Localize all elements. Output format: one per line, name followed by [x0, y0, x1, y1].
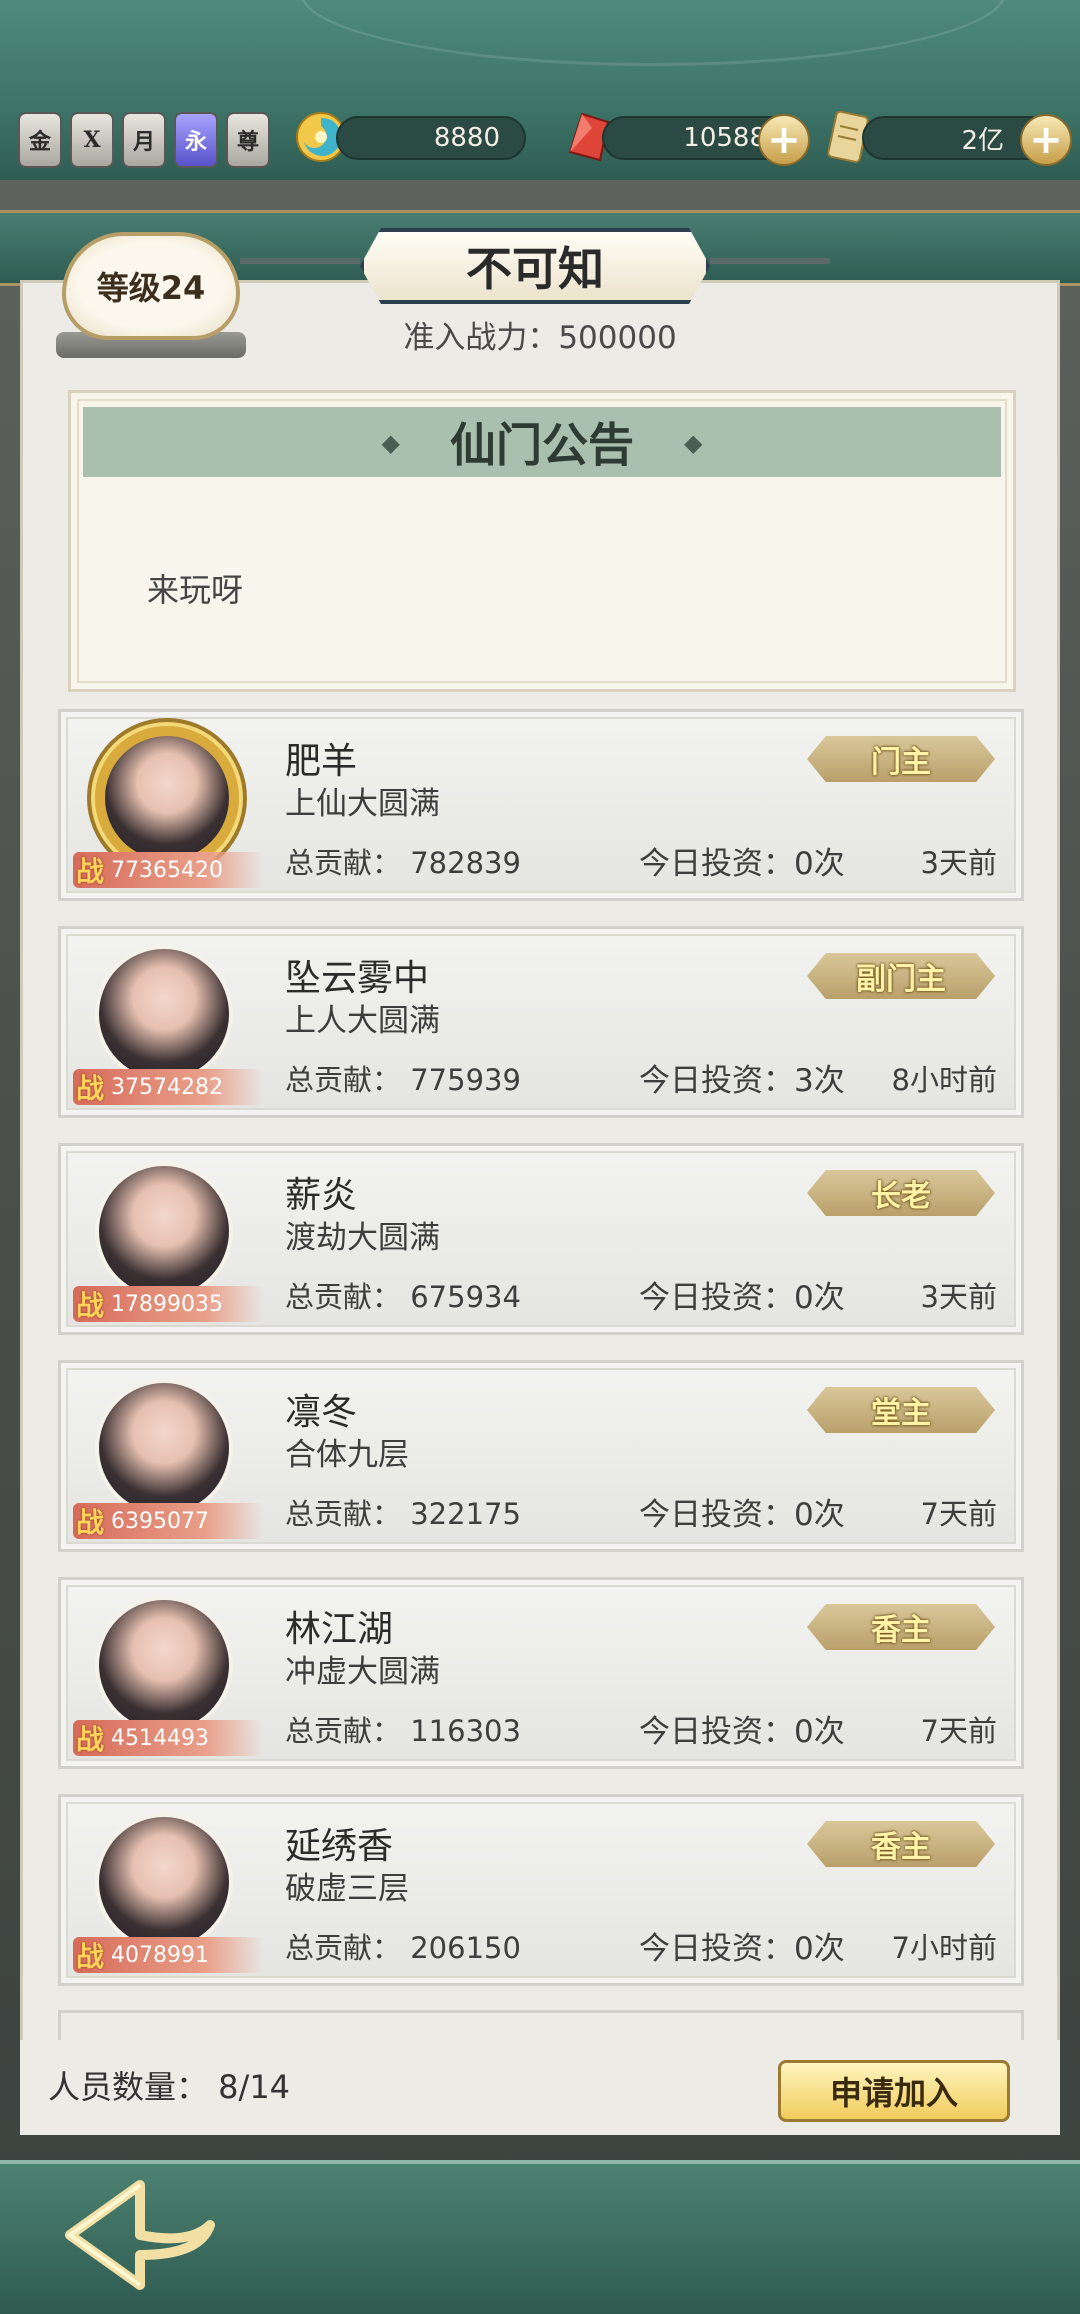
member-last-online: 3天前: [920, 1280, 997, 1314]
member-power-badge: 战 37574282: [73, 1069, 263, 1105]
member-name: 延绣香: [285, 1826, 394, 1867]
member-name: 薪炎: [285, 1175, 358, 1216]
battle-power-icon: 战: [75, 1723, 104, 1756]
battle-power-icon: 战: [75, 1940, 104, 1973]
member-card[interactable]: 战 6395077 凛冬合体九层总贡献： 322175 今日投资：0次 7天前 堂主: [58, 1360, 1024, 1552]
sect-name: 不可知: [360, 228, 710, 304]
member-avatar[interactable]: [95, 1596, 233, 1734]
member-realm: 上仙大圆满: [285, 786, 440, 822]
member-power-badge: 战 4078991: [73, 1937, 263, 1973]
member-power: 6395077: [111, 1508, 209, 1534]
member-card[interactable]: 战 37574282 坠云雾中上人大圆满总贡献： 775939 今日投资：3次 8小时前…: [58, 926, 1024, 1118]
member-daily-investment: 今日投资：3次: [639, 1063, 845, 1099]
badge-x[interactable]: X: [70, 112, 114, 168]
battle-power-icon: 战: [75, 1506, 104, 1539]
title-ornament-right: [710, 258, 830, 264]
member-power-badge: 战 6395077: [73, 1503, 263, 1539]
add-crystal-button[interactable]: +: [758, 114, 810, 166]
member-power: 37574282: [111, 1074, 223, 1100]
battle-power-icon: 战: [75, 1289, 104, 1322]
member-realm: 破虚三层: [285, 1871, 409, 1907]
member-realm: 合体九层: [285, 1437, 409, 1473]
currency-spirit-value: 8880: [433, 123, 500, 153]
member-daily-investment: 今日投资：0次: [639, 1497, 845, 1533]
member-contribution: 总贡献： 322175: [285, 1497, 521, 1531]
member-card[interactable]: 战 4514493 林江湖冲虚大圆满总贡献： 116303 今日投资：0次 7天前 香主: [58, 1577, 1024, 1769]
member-avatar[interactable]: [95, 1162, 233, 1300]
member-contribution: 总贡献： 782839: [285, 846, 521, 880]
member-contribution: 总贡献： 116303: [285, 1714, 521, 1748]
member-name: 凛冬: [285, 1392, 358, 1433]
member-role-badge: 副门主: [807, 953, 995, 999]
member-power-badge: 战 77365420: [73, 852, 263, 888]
announcement-body: 来玩呀: [147, 571, 244, 609]
currency-gold-value: 2亿: [961, 125, 1004, 156]
member-last-online: 7小时前: [891, 1931, 997, 1965]
member-card[interactable]: 战 17899035 薪炎渡劫大圆满总贡献： 675934 今日投资：0次 3天前 长老: [58, 1143, 1024, 1335]
member-power: 77365420: [111, 857, 223, 883]
diamond-ornament-icon: ◆: [381, 427, 400, 457]
member-name: 肥羊: [285, 741, 358, 782]
member-power-badge: 战 4514493: [73, 1720, 263, 1756]
member-realm: 上人大圆满: [285, 1003, 440, 1039]
badge-gold[interactable]: 金: [18, 112, 62, 168]
member-avatar[interactable]: [95, 1379, 233, 1517]
member-last-online: 7天前: [920, 1714, 997, 1748]
member-contribution: 总贡献： 775939: [285, 1063, 521, 1097]
member-last-online: 7天前: [920, 1497, 997, 1531]
diamond-ornament-icon: ◆: [684, 427, 703, 457]
privilege-badges: 金 X 月 永 尊: [18, 112, 270, 168]
member-avatar[interactable]: [95, 726, 239, 870]
member-realm: 冲虚大圆满: [285, 1654, 440, 1690]
member-contribution: 总贡献： 206150: [285, 1931, 521, 1965]
member-avatar[interactable]: [95, 945, 233, 1083]
announcement-header: ◆ 仙门公告 ◆: [83, 407, 1001, 477]
entry-power-requirement: 准入战力：500000: [403, 320, 677, 356]
member-power: 17899035: [111, 1291, 223, 1317]
member-name: 林江湖: [285, 1609, 394, 1650]
member-role-badge: 堂主: [807, 1387, 995, 1433]
member-count: 人员数量： 8/14: [48, 2068, 291, 2106]
member-daily-investment: 今日投资：0次: [639, 846, 845, 882]
battle-power-icon: 战: [75, 1072, 104, 1105]
member-role-badge: 香主: [807, 1821, 995, 1867]
member-power: 4078991: [111, 1942, 209, 1968]
member-daily-investment: 今日投资：0次: [639, 1714, 845, 1750]
member-card[interactable]: 战 4078991 延绣香破虚三层总贡献： 206150 今日投资：0次 7小时前 香主: [58, 1794, 1024, 1986]
badge-noble[interactable]: 尊: [226, 112, 270, 168]
member-last-online: 8小时前: [891, 1063, 997, 1097]
resource-bar: 金 X 月 永 尊 8880 10588 + 2亿 +: [0, 0, 1080, 180]
apply-join-button[interactable]: 申请加入: [778, 2060, 1010, 2122]
member-avatar[interactable]: [95, 1813, 233, 1951]
member-contribution: 总贡献： 675934: [285, 1280, 521, 1314]
badge-permanent[interactable]: 永: [174, 112, 218, 168]
member-card[interactable]: 战 77365420 肥羊上仙大圆满总贡献： 782839 今日投资：0次 3天前 门主: [58, 709, 1024, 901]
badge-month[interactable]: 月: [122, 112, 166, 168]
member-realm: 渡劫大圆满: [285, 1220, 440, 1256]
battle-power-icon: 战: [75, 855, 104, 888]
currency-spirit: 8880: [336, 116, 526, 160]
member-role-badge: 门主: [807, 736, 995, 782]
currency-crystal-value: 10588: [683, 123, 766, 153]
member-power: 4514493: [111, 1725, 209, 1751]
member-power-badge: 战 17899035: [73, 1286, 263, 1322]
title-ornament-left: [240, 258, 360, 264]
member-daily-investment: 今日投资：0次: [639, 1280, 845, 1316]
member-daily-investment: 今日投资：0次: [639, 1931, 845, 1967]
member-role-badge: 长老: [807, 1170, 995, 1216]
announcement-title: 仙门公告: [450, 418, 634, 472]
member-card-partial: [58, 2010, 1024, 2040]
member-name: 坠云雾中: [285, 958, 430, 999]
member-footer: 人员数量： 8/14 申请加入: [20, 2040, 1060, 2135]
member-last-online: 3天前: [920, 846, 997, 880]
sect-announcement: ◆ 仙门公告 ◆ 来玩呀: [68, 390, 1016, 692]
add-gold-button[interactable]: +: [1020, 114, 1072, 166]
member-role-badge: 香主: [807, 1604, 995, 1650]
back-arrow-icon[interactable]: [40, 2165, 240, 2295]
